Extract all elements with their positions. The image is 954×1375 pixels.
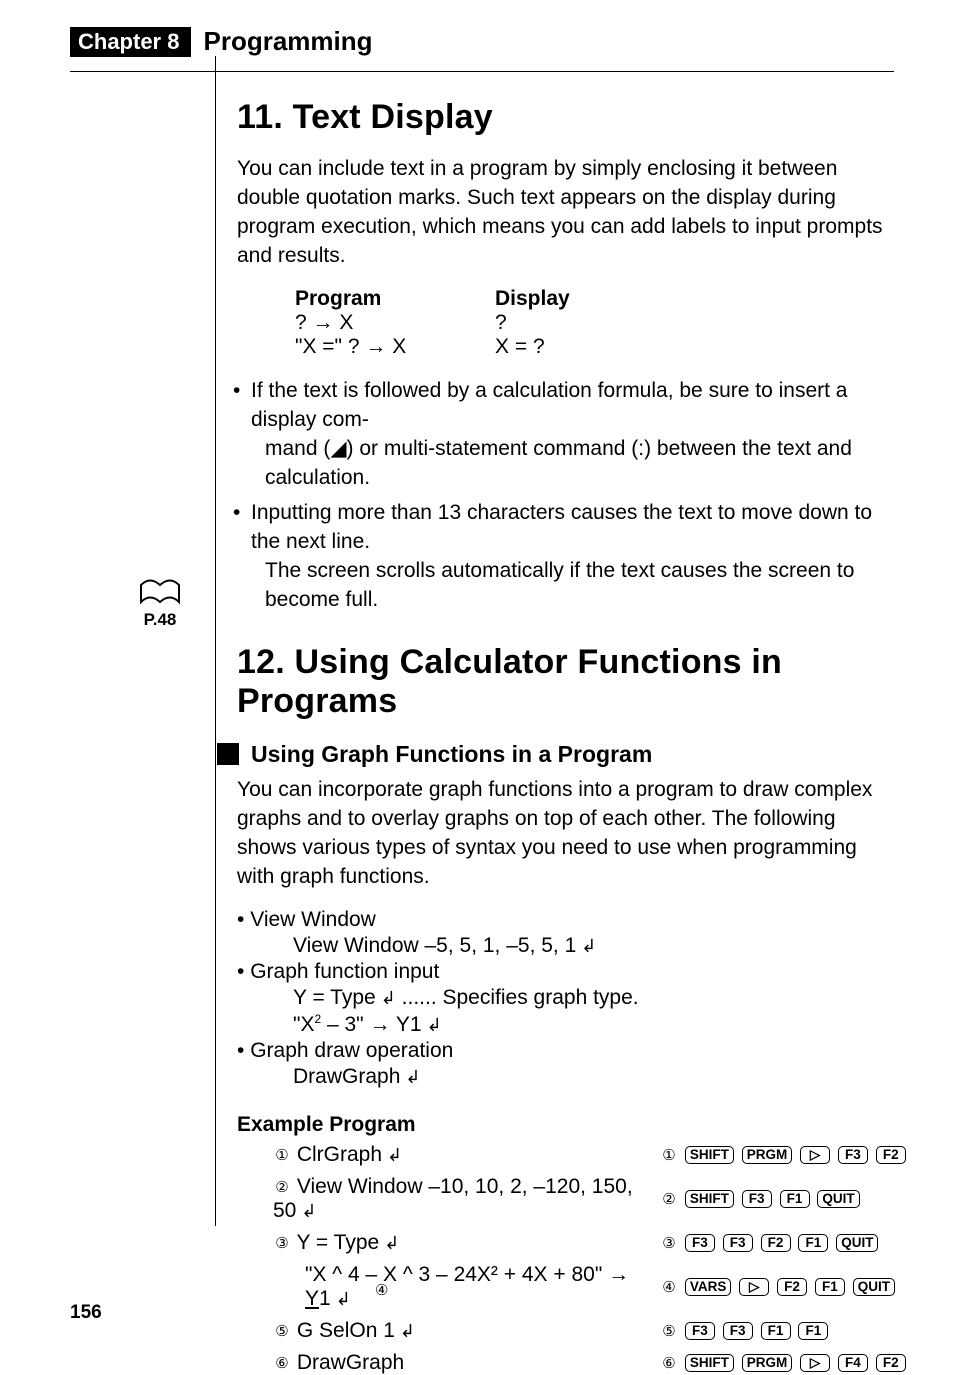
vw-label: • View Window — [237, 908, 892, 932]
gdo-label: • Graph draw operation — [237, 1039, 892, 1063]
example-row-3: ③ Y = Type ③ F3 F3 F2 F1 QUIT — [155, 1231, 892, 1255]
key-f1: F1 — [798, 1234, 828, 1252]
key-f3: F3 — [685, 1322, 715, 1340]
td-display-1: ? — [495, 311, 507, 335]
key-f2: F2 — [876, 1354, 906, 1372]
key-vars: VARS — [685, 1278, 732, 1296]
chapter-tab: Chapter 8 — [70, 27, 191, 57]
key-quit: QUIT — [836, 1234, 878, 1252]
example-row-6: ⑥ DrawGraph ⑥ SHIFT PRGM ▷ F4 F2 — [155, 1351, 892, 1375]
header-underline — [70, 71, 894, 72]
key-f1: F1 — [761, 1322, 791, 1340]
example-row-5: ⑤ G SelOn 1 ⑤ F3 F3 F1 F1 — [155, 1319, 892, 1343]
s11-bullet-1: If the text is followed by a calculation… — [237, 377, 892, 493]
key-right: ▷ — [800, 1354, 830, 1372]
square-bullet-icon — [217, 743, 239, 765]
key-quit: QUIT — [817, 1190, 859, 1208]
example-row-2: ② View Window –10, 10, 2, –120, 150, 50 … — [155, 1175, 892, 1223]
key-f4: F4 — [838, 1354, 868, 1372]
key-f1: F1 — [815, 1278, 845, 1296]
page-number: 156 — [70, 1302, 102, 1324]
th-program: Program — [295, 287, 495, 311]
page-header: Chapter 8 Programming — [70, 26, 954, 57]
key-right: ▷ — [739, 1278, 769, 1296]
subsection-title: Using Graph Functions in a Program — [251, 741, 652, 768]
example-head: Example Program — [237, 1113, 892, 1137]
td-program-1: ? → X — [295, 311, 495, 335]
gfi-label: • Graph function input — [237, 960, 892, 984]
example-row-1: ① ClrGraph ① SHIFT PRGM ▷ F3 F2 — [155, 1143, 892, 1167]
section-11-title: 11. Text Display — [237, 98, 892, 137]
key-f3: F3 — [723, 1322, 753, 1340]
example-row-4: "X ^ 4 – X ^ 3 – 24X² + 4X + 80" → Y1 ④ … — [155, 1263, 892, 1311]
key-shift: SHIFT — [685, 1146, 734, 1164]
key-f3: F3 — [723, 1234, 753, 1252]
s11-bullets: If the text is followed by a calculation… — [237, 377, 892, 615]
key-quit: QUIT — [853, 1278, 895, 1296]
key-f2: F2 — [777, 1278, 807, 1296]
key-prgm: PRGM — [742, 1146, 793, 1164]
th-display: Display — [495, 287, 570, 311]
key-prgm: PRGM — [742, 1354, 793, 1372]
program-display-table: Program Display ? → X ? "X =" ? → X X = … — [295, 287, 892, 359]
key-f3: F3 — [685, 1234, 715, 1252]
vw-body: View Window –5, 5, 1, –5, 5, 1 — [293, 934, 892, 958]
key-f3: F3 — [838, 1146, 868, 1164]
key-f1: F1 — [780, 1190, 810, 1208]
key-f3: F3 — [742, 1190, 772, 1208]
key-shift: SHIFT — [685, 1190, 734, 1208]
section-12-title: 12. Using Calculator Functions in Progra… — [237, 643, 892, 721]
circled-4-annotation: ④ — [375, 1281, 388, 1299]
td-program-2: "X =" ? → X — [295, 335, 495, 359]
s12-paragraph: You can incorporate graph functions into… — [237, 776, 892, 892]
key-f1: F1 — [798, 1322, 828, 1340]
key-right: ▷ — [800, 1146, 830, 1164]
s11-bullet-2: Inputting more than 13 characters causes… — [237, 499, 892, 615]
gfi-a: Y = Type ...... Specifies graph type. — [293, 986, 892, 1010]
subsection-head: Using Graph Functions in a Program — [217, 741, 892, 768]
s11-paragraph: You can include text in a program by sim… — [237, 155, 892, 271]
gdo-a: DrawGraph — [293, 1065, 892, 1089]
td-display-2: X = ? — [495, 335, 545, 359]
chapter-title: Programming — [203, 26, 372, 57]
key-f2: F2 — [876, 1146, 906, 1164]
key-f2: F2 — [761, 1234, 791, 1252]
key-shift: SHIFT — [685, 1354, 734, 1372]
gfi-b: "X2 – 3" → Y1 — [293, 1012, 892, 1037]
